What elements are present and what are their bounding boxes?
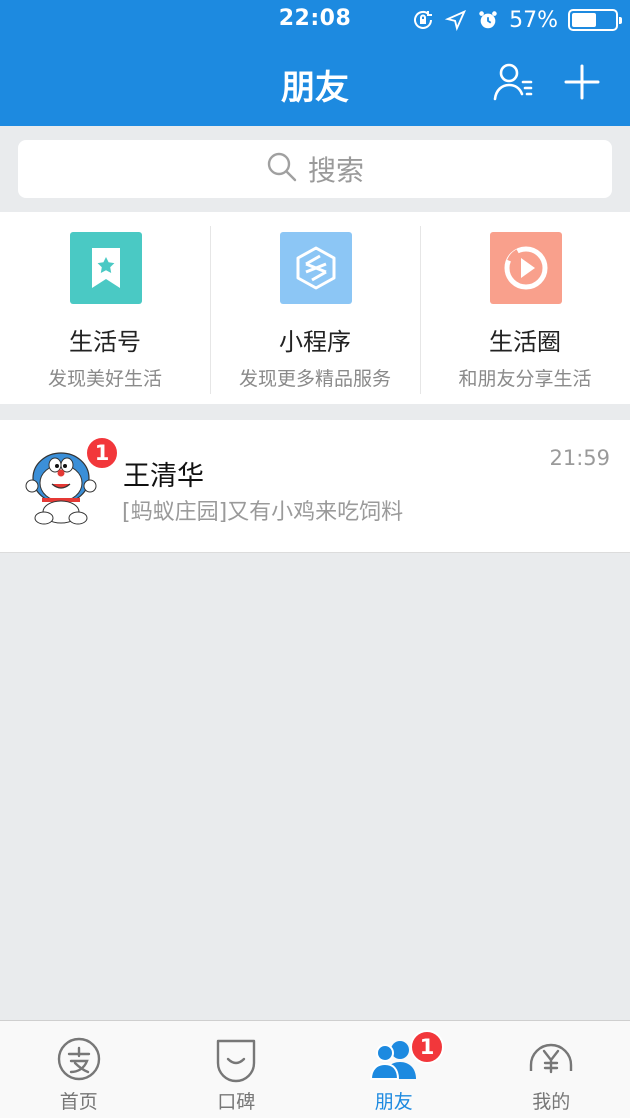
- battery-icon: [568, 9, 622, 31]
- tab-badge: 1: [410, 1030, 444, 1064]
- service-subtitle: 发现美好生活: [47, 368, 162, 390]
- tab-label: 我的: [532, 1091, 571, 1113]
- tab-label: 朋友: [374, 1091, 413, 1113]
- chat-time: 21:59: [549, 446, 610, 470]
- alipay-home-icon: [57, 1037, 100, 1081]
- alarm-icon: [477, 9, 499, 31]
- bookmark-star-icon: [70, 232, 142, 304]
- add-button[interactable]: [563, 63, 601, 101]
- services-row: 生活号 发现美好生活 小程序 发现更多精品服务 生活圈 和朋友分享生活: [0, 212, 630, 404]
- plus-icon: [564, 64, 600, 100]
- header-bar: 22:08 57% 朋友: [0, 0, 630, 126]
- location-arrow-icon: [445, 9, 467, 31]
- search-placeholder: 搜索: [307, 154, 364, 187]
- battery-percent: 57%: [509, 7, 558, 33]
- service-title: 小程序: [279, 328, 351, 356]
- service-title: 生活号: [69, 328, 141, 356]
- mini-program-icon: [280, 232, 352, 304]
- search-input[interactable]: 搜索: [18, 140, 612, 198]
- status-icons: 57%: [411, 6, 622, 34]
- search-section: 搜索: [0, 126, 630, 212]
- service-mini-program[interactable]: 小程序 发现更多精品服务: [210, 212, 420, 404]
- contacts-icon[interactable]: [492, 62, 538, 102]
- chat-preview: [蚂蚁庄园]又有小鸡来吃饲料: [122, 500, 404, 525]
- battery-fill: [572, 13, 596, 27]
- service-life-circle[interactable]: 生活圈 和朋友分享生活: [420, 212, 630, 404]
- search-icon: [266, 151, 298, 187]
- service-subtitle: 和朋友分享生活: [458, 368, 592, 390]
- tab-label: 首页: [59, 1091, 98, 1113]
- tab-koubei[interactable]: 口碑: [158, 1021, 316, 1118]
- service-title: 生活圈: [489, 328, 561, 356]
- unread-badge: 1: [85, 436, 119, 470]
- status-bar: 22:08 57%: [0, 0, 630, 40]
- play-circle-icon: [490, 232, 562, 304]
- tab-mine[interactable]: 我的: [473, 1021, 630, 1118]
- tab-label: 口碑: [217, 1091, 256, 1113]
- koubei-icon: [217, 1039, 256, 1083]
- tab-bar: 首页 口碑 朋友 我的: [0, 1020, 630, 1118]
- chat-name: 王清华: [123, 461, 204, 492]
- tab-friends[interactable]: 朋友: [315, 1021, 473, 1118]
- tab-home[interactable]: 首页: [0, 1021, 158, 1118]
- service-life-account[interactable]: 生活号 发现美好生活: [0, 212, 210, 404]
- rotation-lock-icon: [411, 8, 435, 32]
- wallet-icon: [530, 1043, 573, 1074]
- service-subtitle: 发现更多精品服务: [238, 368, 391, 390]
